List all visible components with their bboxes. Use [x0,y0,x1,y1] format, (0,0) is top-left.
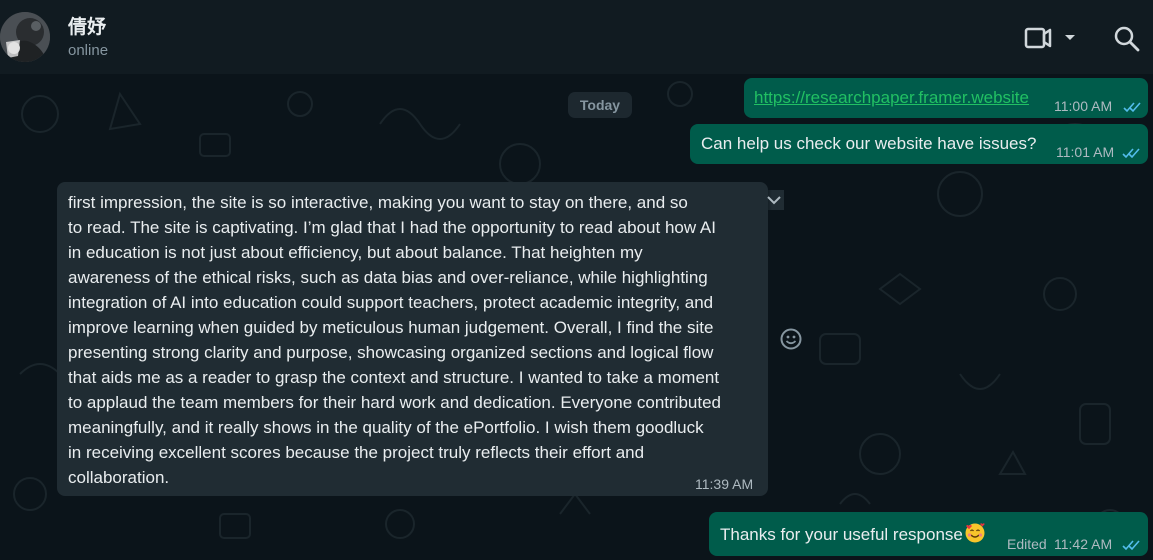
message-line: collaboration. [68,468,170,487]
message-line: in receiving excellent scores because th… [68,443,645,462]
message-time: 11:00 AM [1054,98,1113,114]
message-time: 11:01 AM [1056,144,1115,160]
outgoing-message[interactable]: https://researchpaper.framer.website 11:… [744,78,1148,118]
message-line: awareness of the ethical risks, such as … [68,268,708,287]
chat-area[interactable]: Today https://researchpaper.framer.websi… [0,74,1153,560]
read-ticks-icon [1122,148,1140,159]
video-call-button[interactable] [1022,24,1080,52]
search-icon [1114,26,1140,52]
avatar[interactable] [0,12,50,62]
chat-header: 倩妤 online [0,0,1153,74]
message-text: Can help us check our website have issue… [701,134,1037,153]
search-button[interactable] [1112,24,1142,54]
dropdown-chevron-icon [1065,35,1075,40]
smiling-face-with-hearts-icon [965,523,985,543]
message-line: to applaud the team members for their ha… [68,393,721,412]
message-line: in education is not just about efficienc… [68,243,643,262]
message-line: first impression, the site is so interac… [68,193,688,212]
edited-label: Edited [1007,536,1047,552]
read-ticks-icon [1123,102,1141,113]
react-emoji-icon[interactable] [779,327,803,351]
message-time: 11:42 AM [1054,536,1113,552]
video-call-icon [1024,27,1075,49]
contact-name[interactable]: 倩妤 [68,12,106,39]
message-line: improve learning when guided by meticulo… [68,318,714,337]
outgoing-message[interactable]: Can help us check our website have issue… [690,124,1148,164]
message-line: that aids me as a reader to grasp the co… [68,368,720,387]
message-menu-chevron-icon[interactable] [764,190,784,210]
message-line: to read. The site is captivating. I’m gl… [68,218,716,237]
date-separator: Today [568,92,632,118]
read-ticks-icon [1122,540,1140,551]
outgoing-message[interactable]: Thanks for your useful response Edited 1… [709,512,1148,556]
message-time: 11:39 AM [695,476,754,492]
message-line: integration of AI into education could s… [68,293,714,312]
message-link[interactable]: https://researchpaper.framer.website [754,88,1029,108]
message-text: first impression, the site is so interac… [68,190,758,490]
contact-status: online [68,42,109,59]
incoming-message[interactable]: first impression, the site is so interac… [57,182,784,496]
message-line: meaningfully, and it really shows in the… [68,418,704,437]
message-text: Thanks for your useful response [720,522,986,545]
message-line: presenting strong clarity and purpose, s… [68,343,714,362]
message-text-content: Thanks for your useful response [720,525,963,544]
